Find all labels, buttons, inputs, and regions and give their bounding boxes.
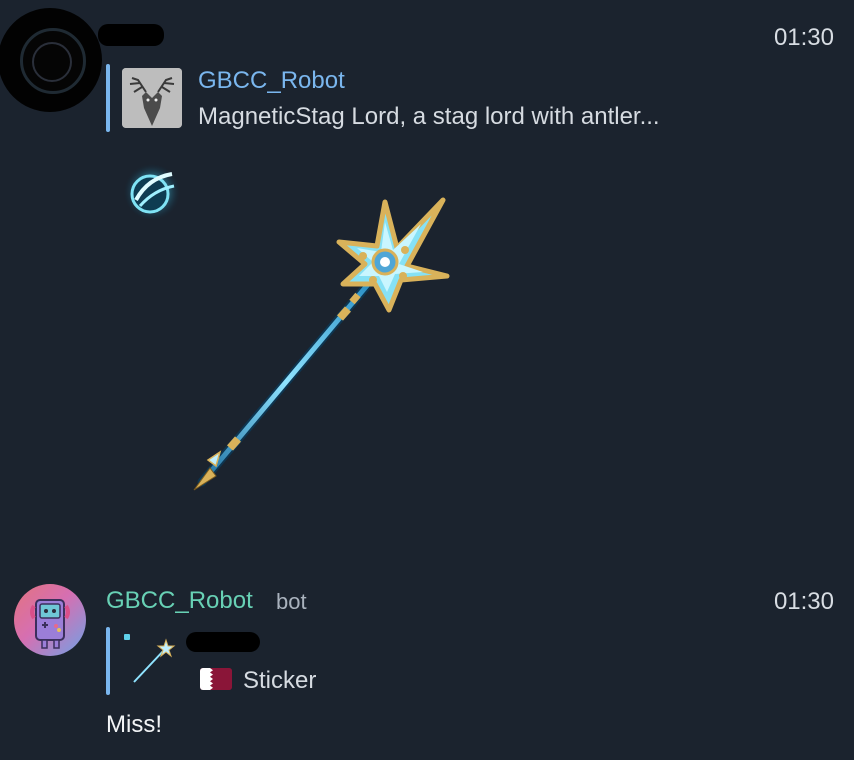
staff-sticker[interactable]	[180, 190, 460, 500]
message-text: Miss!	[106, 711, 162, 738]
reply-thumbnail[interactable]	[122, 68, 182, 128]
qatar-flag-icon	[200, 668, 232, 690]
redacted-sender-name	[98, 24, 164, 46]
message-time-2: 01:30	[773, 588, 834, 615]
redacted-reply-name	[186, 632, 260, 652]
reply-preview-text: MagneticStag Lord, a stag lord with antl…	[198, 103, 660, 130]
bot-badge: bot	[276, 589, 307, 614]
sender-avatar[interactable]	[0, 8, 102, 112]
reply-sticker-thumbnail[interactable]	[120, 632, 176, 686]
message-time: 01:30	[773, 24, 834, 51]
bot-sender-name[interactable]: GBCC_Robot	[106, 587, 253, 615]
reply-bar-2	[106, 627, 110, 695]
bot-avatar[interactable]	[14, 584, 86, 656]
reply-sticker-label: Sticker	[243, 667, 317, 694]
reply-bar	[106, 64, 110, 132]
reply-sender-name[interactable]: GBCC_Robot	[198, 67, 345, 95]
magnetic-emblem-icon	[122, 160, 186, 224]
